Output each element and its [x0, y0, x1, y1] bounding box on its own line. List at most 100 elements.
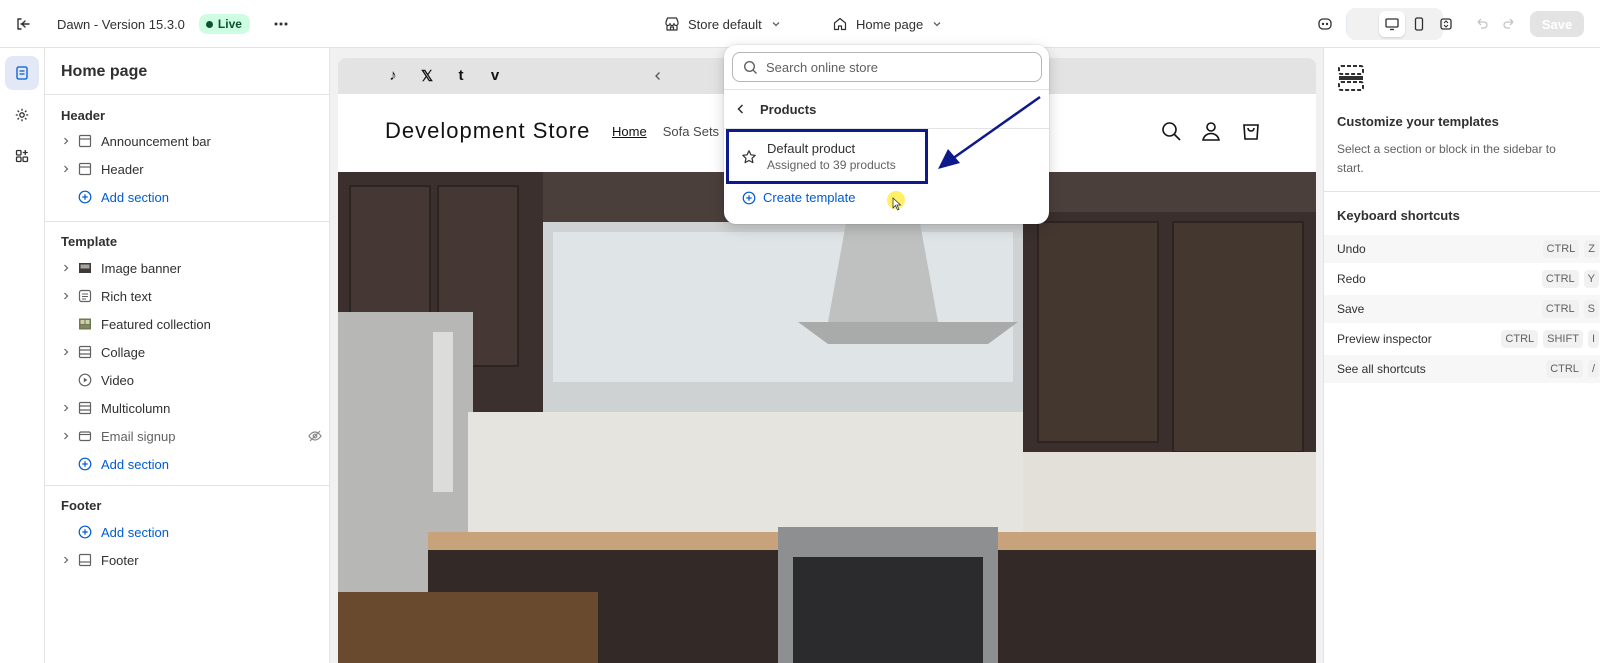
section-collage[interactable]: Collage: [59, 338, 323, 366]
store-icon: [665, 17, 679, 31]
undo-icon: [1469, 11, 1495, 37]
shortcut-redo: Redo CTRL Y: [1324, 265, 1600, 293]
email-icon: [77, 428, 93, 444]
redo-icon: [1496, 11, 1522, 37]
cart-icon[interactable]: [1240, 120, 1262, 142]
section-rich-text[interactable]: Rich text: [59, 282, 323, 310]
chevron-right-icon[interactable]: [59, 555, 73, 565]
section-layout-icon: [77, 133, 93, 149]
search-icon[interactable]: [1160, 120, 1182, 142]
page-selector-label: Home page: [856, 16, 924, 32]
theme-settings-nav-button[interactable]: [5, 98, 39, 132]
template-option-default-product[interactable]: Default product Assigned to 39 products: [726, 129, 928, 184]
star-icon: [742, 149, 756, 163]
chevron-right-icon[interactable]: [59, 164, 73, 174]
page-selector[interactable]: Home page: [832, 0, 943, 48]
image-thumbnail-icon: [77, 260, 93, 276]
hidden-eye-icon[interactable]: [307, 428, 323, 444]
divider: [45, 221, 330, 222]
save-button[interactable]: Save: [1530, 11, 1584, 37]
full-width-view-button[interactable]: [1433, 0, 1459, 48]
add-section-footer-button[interactable]: Add section: [59, 518, 323, 546]
section-footer[interactable]: Footer: [59, 546, 323, 574]
store-name[interactable]: Development Store: [385, 118, 590, 144]
section-label: Video: [101, 372, 135, 388]
key-cap: CTRL: [1546, 360, 1583, 378]
more-horizontal-icon: [268, 11, 294, 37]
shortcut-label: Preview inspector: [1337, 332, 1432, 346]
section-label: Header: [101, 161, 144, 177]
add-section-header-button[interactable]: Add section: [59, 183, 323, 211]
apps-nav-button[interactable]: [5, 139, 39, 173]
search-icon: [743, 60, 757, 74]
nav-link-sofa-sets[interactable]: Sofa Sets: [663, 124, 719, 139]
chevron-left-icon: [737, 104, 744, 114]
section-image-banner[interactable]: Image banner: [59, 254, 323, 282]
divider: [45, 94, 330, 95]
tumblr-icon[interactable]: t: [452, 67, 470, 85]
image-banner[interactable]: [338, 172, 1316, 663]
add-section-label: Add section: [101, 524, 169, 540]
chevron-down-icon: [933, 22, 941, 27]
template-title: Default product: [767, 141, 856, 156]
chevron-right-icon[interactable]: [59, 431, 73, 441]
desktop-view-button[interactable]: [1379, 0, 1405, 48]
panel-title: Customize your templates: [1337, 114, 1499, 129]
section-header[interactable]: Header: [59, 155, 323, 183]
chevron-right-icon[interactable]: [59, 136, 73, 146]
create-template-button[interactable]: Create template: [742, 190, 856, 205]
sidekick-button[interactable]: [1312, 0, 1338, 48]
shortcut-label: Undo: [1337, 242, 1366, 256]
key-cap: S: [1583, 300, 1599, 318]
back-to-products-button[interactable]: Products: [734, 97, 816, 121]
desktop-icon: [1379, 11, 1405, 37]
section-video[interactable]: Video: [59, 366, 323, 394]
section-multicolumn[interactable]: Multicolumn: [59, 394, 323, 422]
tiktok-icon[interactable]: ♪: [384, 67, 402, 85]
add-section-label: Add section: [101, 189, 169, 205]
key-cap: I: [1587, 330, 1599, 348]
chevron-right-icon[interactable]: [59, 403, 73, 413]
section-label: Image banner: [101, 260, 182, 276]
left-rail: [0, 48, 45, 663]
apps-icon: [15, 149, 29, 163]
shortcut-undo: Undo CTRL Z: [1324, 235, 1600, 263]
top-bar: Dawn - Version 15.3.0 Live Store default…: [0, 0, 1600, 48]
store-selector[interactable]: Store default: [664, 0, 782, 48]
section-label: Rich text: [101, 288, 152, 304]
section-label: Featured collection: [101, 316, 211, 332]
divider: [45, 485, 330, 486]
template-subtitle: Assigned to 39 products: [767, 158, 896, 172]
section-featured-collection[interactable]: Featured collection: [59, 310, 323, 338]
account-icon[interactable]: [1200, 120, 1222, 142]
search-field[interactable]: [732, 52, 1042, 82]
section-email-signup[interactable]: Email signup: [59, 422, 323, 450]
chevron-right-icon[interactable]: [59, 291, 73, 301]
nav-link-home[interactable]: Home: [612, 124, 647, 139]
section-announcement-bar[interactable]: Announcement bar: [59, 127, 323, 155]
search-input[interactable]: [766, 59, 1026, 75]
undo-button[interactable]: [1469, 0, 1495, 48]
template-group-title: Template: [61, 234, 118, 249]
chevron-right-icon[interactable]: [59, 347, 73, 357]
plus-circle-icon: [77, 189, 93, 205]
shortcut-label: See all shortcuts: [1337, 362, 1426, 376]
key-cap: CTRL: [1541, 300, 1579, 318]
more-actions-button[interactable]: [268, 0, 294, 48]
chevron-right-icon[interactable]: [59, 263, 73, 273]
text-block-icon: [77, 288, 93, 304]
add-section-template-button[interactable]: Add section: [59, 450, 323, 478]
redo-button[interactable]: [1496, 0, 1522, 48]
x-icon[interactable]: 𝕏: [418, 67, 436, 85]
exit-button[interactable]: [10, 0, 36, 48]
section-label: Announcement bar: [101, 133, 211, 149]
chevron-left-icon[interactable]: [652, 70, 664, 82]
vimeo-icon[interactable]: v: [486, 67, 504, 85]
mobile-view-button[interactable]: [1406, 0, 1432, 48]
sections-nav-button[interactable]: [5, 56, 39, 90]
create-template-label: Create template: [763, 190, 856, 205]
key-cap: CTRL: [1541, 270, 1579, 288]
key-cap: Z: [1584, 240, 1599, 258]
shortcut-see-all[interactable]: See all shortcuts CTRL /: [1324, 355, 1600, 383]
collection-thumbnail-icon: [77, 316, 93, 332]
